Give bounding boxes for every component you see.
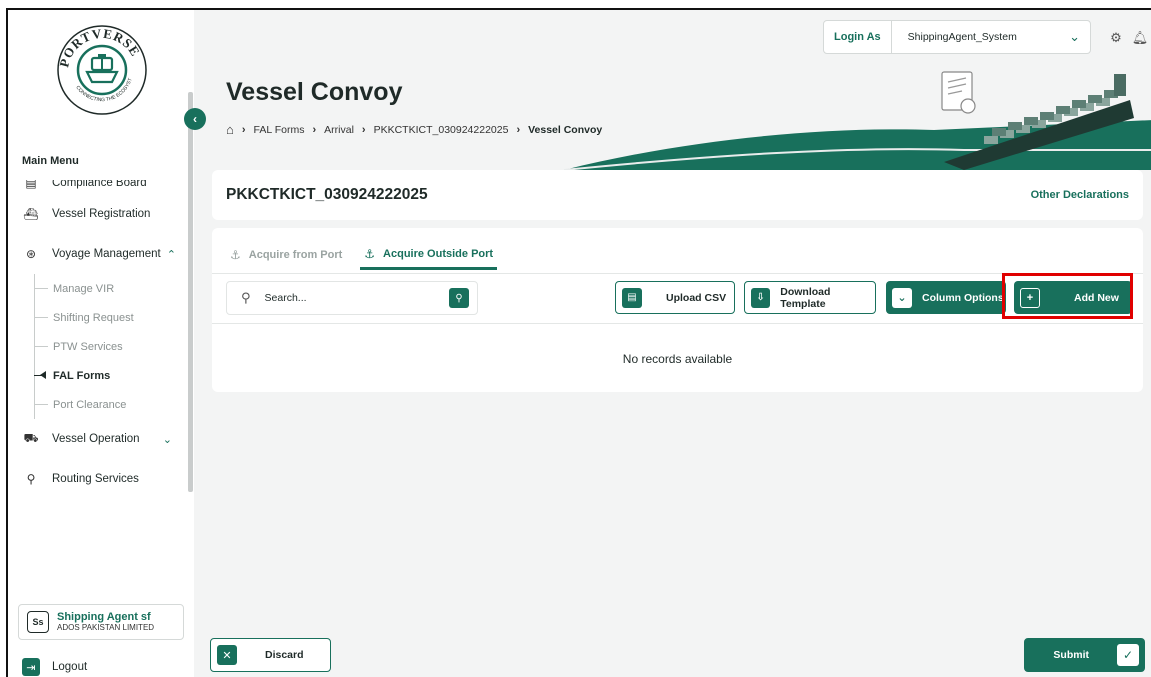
port-icon: ⚓︎ <box>364 246 376 261</box>
chevron-left-icon: ‹ <box>193 112 197 126</box>
sidebar-item-vessel-operation[interactable]: ⛟ Vessel Operation ⌄ <box>8 419 186 459</box>
other-declarations-link[interactable]: Other Declarations <box>1031 189 1129 201</box>
home-icon[interactable]: ⌂ <box>226 122 234 137</box>
search-button[interactable]: ⚲ <box>449 288 469 308</box>
breadcrumb-separator: › <box>312 123 317 136</box>
chevron-down-icon: ⌄ <box>1069 29 1080 44</box>
login-as-label: Login As <box>824 21 892 53</box>
user-org: ADOS PAKISTAN LIMITED <box>57 622 155 632</box>
submenu-item-port-clearance[interactable]: Port Clearance <box>34 390 186 419</box>
breadcrumb-separator: › <box>516 123 521 136</box>
main-panel: ⚓︎ Acquire from Port ⚓︎ Acquire Outside … <box>212 228 1143 392</box>
app-window: PORTVERSE CONNECTING THE ECOSYSTEM Main … <box>6 8 1151 677</box>
download-template-button[interactable]: ⇩ Download Template <box>744 281 876 314</box>
search-placeholder: Search... <box>264 292 307 304</box>
sidebar-item-label: Vessel Operation <box>52 433 140 445</box>
compass-icon: ⊛ <box>25 247 37 261</box>
user-card[interactable]: Ss Shipping Agent sf ADOS PAKISTAN LIMIT… <box>18 604 184 640</box>
sidebar-item-label: Routing Services <box>52 473 139 485</box>
tab-acquire-outside-port[interactable]: ⚓︎ Acquire Outside Port <box>360 240 498 270</box>
voyage-id: PKKCTKICT_030924222025 <box>226 186 428 203</box>
breadcrumb-item[interactable]: PKKCTKICT_030924222025 <box>374 124 509 136</box>
breadcrumb-item[interactable]: Arrival <box>324 124 354 136</box>
avatar: Ss <box>27 611 49 633</box>
discard-button[interactable]: ✕ Discard <box>210 638 331 672</box>
submenu-item-fal-forms[interactable]: FAL Forms <box>34 361 186 390</box>
sidebar-item-voyage-management[interactable]: ⊛ Voyage Management ⌃ <box>8 234 186 274</box>
sidebar: PORTVERSE CONNECTING THE ECOSYSTEM Main … <box>8 10 194 677</box>
portverse-logo: PORTVERSE CONNECTING THE ECOSYSTEM <box>54 22 147 115</box>
route-icon: ⚲ <box>26 472 36 486</box>
breadcrumb-separator: › <box>241 123 246 136</box>
bell-icon[interactable]: 🔔︎ <box>1130 28 1150 48</box>
search-input[interactable]: ⚲ Search... ⚲ <box>226 281 478 315</box>
active-indicator-icon <box>40 371 46 379</box>
close-icon: ✕ <box>217 645 237 665</box>
sidebar-menu: ▤ Compliance Board ⛴ Vessel Registration… <box>8 180 186 530</box>
divider <box>212 323 1143 324</box>
sidebar-scrollbar[interactable] <box>188 92 193 492</box>
chevron-down-icon: ⌄ <box>162 433 172 446</box>
download-icon: ⇩ <box>751 287 771 308</box>
gear-icon[interactable]: ⚙ <box>1106 28 1126 48</box>
ship-icon: ⛴ <box>23 207 39 221</box>
breadcrumb: ⌂ › FAL Forms › Arrival › PKKCTKICT_0309… <box>226 122 602 137</box>
file-icon: ▤ <box>622 287 642 308</box>
sidebar-item-label: Compliance Board <box>52 180 147 189</box>
chevron-up-icon: ⌃ <box>166 248 176 261</box>
breadcrumb-item[interactable]: FAL Forms <box>254 124 305 136</box>
user-name: Shipping Agent sf <box>57 610 151 623</box>
chevron-down-icon: ⌄ <box>892 287 912 308</box>
submenu-item-ptw-services[interactable]: PTW Services <box>34 332 186 361</box>
login-as-value: ShippingAgent_System <box>907 31 1017 43</box>
voyage-submenu: Manage VIR Shifting Request PTW Services… <box>8 274 186 419</box>
top-bar: Login As ShippingAgent_System ⌄ ⚙ 🔔︎ <box>823 18 1151 56</box>
search-icon: ⚲ <box>241 290 251 305</box>
login-as-select[interactable]: Login As ShippingAgent_System ⌄ <box>823 20 1091 54</box>
logout-icon: ⇥ <box>22 658 40 676</box>
tab-bar: ⚓︎ Acquire from Port ⚓︎ Acquire Outside … <box>226 240 511 270</box>
upload-csv-button[interactable]: ▤ Upload CSV <box>615 281 735 314</box>
page-title: Vessel Convoy <box>226 78 403 106</box>
sidebar-item-label: Vessel Registration <box>52 208 151 220</box>
port-icon: ⚓︎ <box>230 248 241 262</box>
vessel-banner-illustration <box>564 71 1151 170</box>
breadcrumb-separator: › <box>361 123 366 136</box>
main-menu-title: Main Menu <box>22 155 79 167</box>
vessel-icon: ⛟ <box>23 431 39 445</box>
sidebar-collapse-button[interactable]: ‹ <box>184 108 206 130</box>
tab-acquire-from-port[interactable]: ⚓︎ Acquire from Port <box>226 240 346 270</box>
sidebar-item-routing-services[interactable]: ⚲ Routing Services <box>8 459 186 499</box>
empty-state-message: No records available <box>622 352 733 366</box>
column-options-button[interactable]: ⌄ Column Options <box>886 281 1006 314</box>
sidebar-item-compliance-board[interactable]: ▤ Compliance Board <box>8 180 186 194</box>
voyage-card: PKKCTKICT_030924222025 Other Declaration… <box>212 170 1143 220</box>
submit-button[interactable]: Submit ✓ <box>1024 638 1145 672</box>
highlight-box <box>1002 273 1133 319</box>
logout-button[interactable]: ⇥ Logout <box>22 658 87 676</box>
submenu-item-manage-vir[interactable]: Manage VIR <box>34 274 186 303</box>
sidebar-item-label: Voyage Management <box>52 248 161 260</box>
sidebar-item-vessel-registration[interactable]: ⛴ Vessel Registration <box>8 194 186 234</box>
check-icon: ✓ <box>1117 644 1139 666</box>
clipboard-icon: ▤ <box>25 180 37 190</box>
submenu-item-shifting-request[interactable]: Shifting Request <box>34 303 186 332</box>
